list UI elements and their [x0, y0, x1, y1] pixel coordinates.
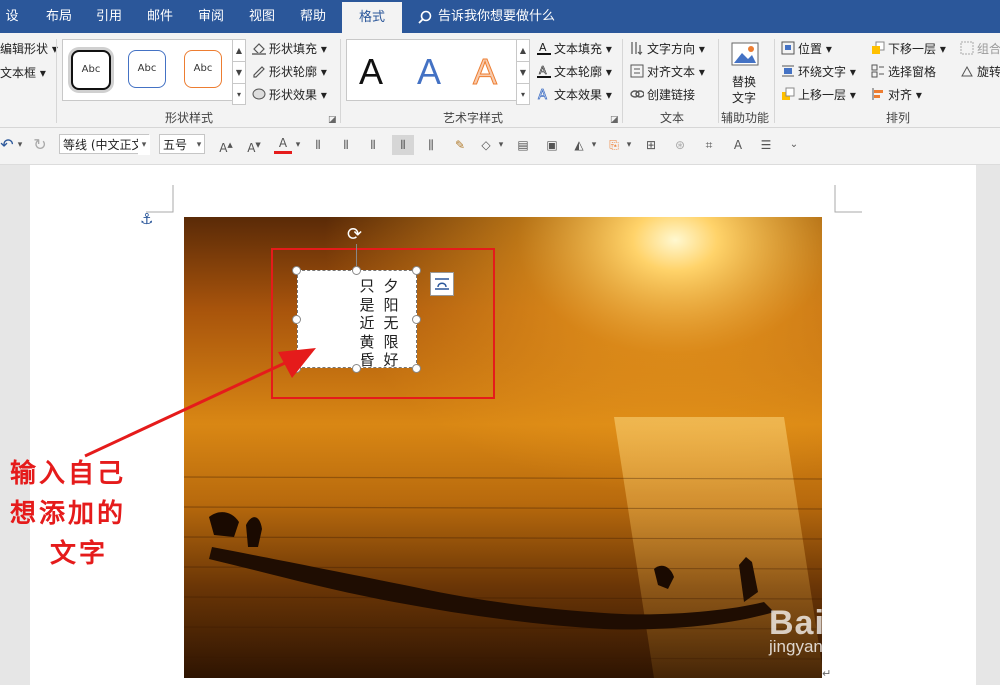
annotation-line-3: 文字 — [50, 539, 109, 569]
annotation-arrow — [84, 348, 316, 458]
annotation-line-1: 输入自己 — [10, 459, 127, 489]
annotation-line-2: 想添加的 — [10, 499, 127, 529]
